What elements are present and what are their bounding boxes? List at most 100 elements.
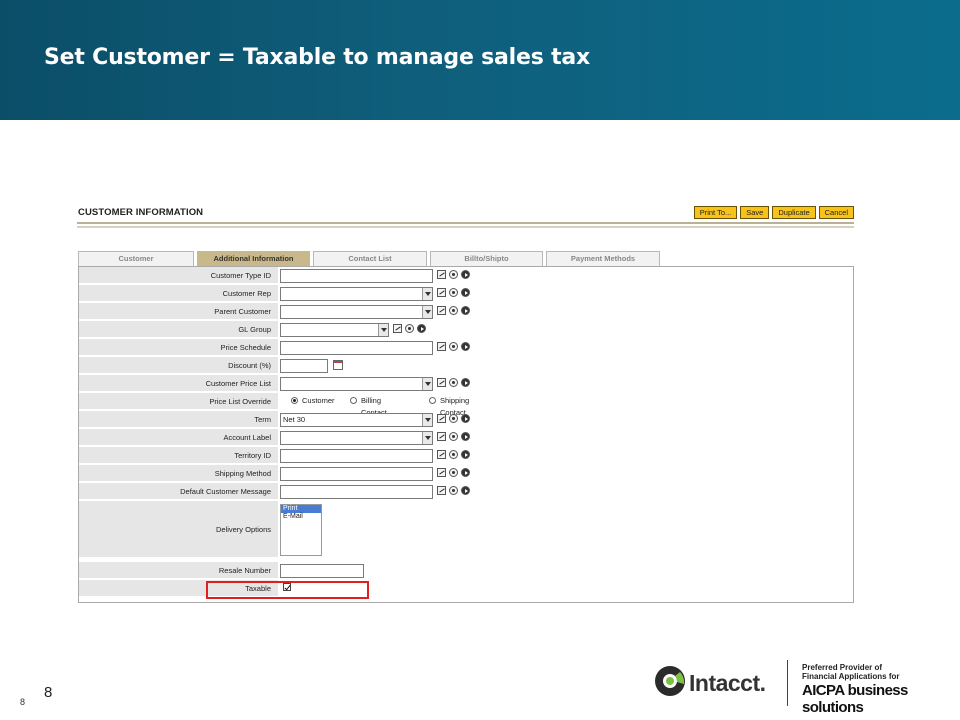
edit-icon[interactable] <box>437 342 446 351</box>
row-icons <box>437 468 470 477</box>
tab-contact-list[interactable]: Contact List <box>313 251 427 266</box>
chevron-down-icon[interactable] <box>378 324 388 336</box>
parent-customer-select[interactable] <box>280 305 433 319</box>
go-icon[interactable] <box>461 432 470 441</box>
chevron-down-icon[interactable] <box>422 378 432 390</box>
provider-line1: Preferred Provider of <box>802 663 883 672</box>
field-label: Price List Override <box>79 393 278 410</box>
go-icon[interactable] <box>461 306 470 315</box>
page-number: 8 <box>44 684 53 701</box>
calculator-icon[interactable] <box>333 360 343 370</box>
discount-input[interactable] <box>280 359 328 373</box>
view-icon[interactable] <box>449 468 458 477</box>
resale-number-input[interactable] <box>280 564 364 578</box>
row-icons <box>437 432 470 441</box>
gl-group-select[interactable] <box>280 323 389 337</box>
customer-rep-select[interactable] <box>280 287 433 301</box>
duplicate-button[interactable]: Duplicate <box>772 206 816 219</box>
view-icon[interactable] <box>405 324 414 333</box>
field-label: Account Label <box>79 429 278 446</box>
radio-billing-contact[interactable] <box>350 397 357 404</box>
edit-icon[interactable] <box>393 324 402 333</box>
edit-icon[interactable] <box>437 486 446 495</box>
go-icon[interactable] <box>461 342 470 351</box>
customer-price-list-select[interactable] <box>280 377 433 391</box>
cancel-button[interactable]: Cancel <box>818 206 854 219</box>
price-schedule-input[interactable] <box>280 341 433 355</box>
field-label: Delivery Options <box>79 501 278 558</box>
account-label-select[interactable] <box>280 431 433 445</box>
edit-icon[interactable] <box>437 378 446 387</box>
customer-type-id-input[interactable] <box>280 269 433 283</box>
aicpa-brand: AICPA business solutions <box>802 682 908 716</box>
view-icon[interactable] <box>449 270 458 279</box>
chevron-down-icon[interactable] <box>422 432 432 444</box>
go-icon[interactable] <box>461 288 470 297</box>
term-select[interactable]: Net 30 <box>280 413 433 427</box>
row-icons <box>437 450 470 459</box>
tab-additional-information[interactable]: Additional Information <box>197 251 310 266</box>
intacct-brand: Intacct. <box>689 670 766 696</box>
divider <box>77 222 854 224</box>
radio-shipping-contact[interactable] <box>429 397 436 404</box>
field-label: Customer Price List <box>79 375 278 392</box>
view-icon[interactable] <box>449 306 458 315</box>
divider <box>77 226 854 228</box>
print-to-button[interactable]: Print To... <box>693 206 738 219</box>
edit-icon[interactable] <box>437 432 446 441</box>
row-icons <box>437 288 470 297</box>
view-icon[interactable] <box>449 486 458 495</box>
field-label: Term <box>79 411 278 428</box>
shipping-method-input[interactable] <box>280 467 433 481</box>
view-icon[interactable] <box>449 432 458 441</box>
chevron-down-icon[interactable] <box>422 288 432 300</box>
view-icon[interactable] <box>449 414 458 423</box>
row-icons <box>437 378 470 387</box>
view-icon[interactable] <box>449 378 458 387</box>
view-icon[interactable] <box>449 342 458 351</box>
provider-line2: Financial Applications for <box>802 672 900 681</box>
field-label: Resale Number <box>79 562 278 579</box>
tab-payment-methods[interactable]: Payment Methods <box>546 251 660 266</box>
edit-icon[interactable] <box>437 468 446 477</box>
field-label: Shipping Method <box>79 465 278 482</box>
row-icons <box>393 324 426 333</box>
go-icon[interactable] <box>461 450 470 459</box>
view-icon[interactable] <box>449 450 458 459</box>
go-icon[interactable] <box>461 270 470 279</box>
delivery-options-listbox[interactable]: Print E-Mail <box>280 504 322 556</box>
field-label: Customer Rep <box>79 285 278 302</box>
row-icons <box>437 270 470 279</box>
edit-icon[interactable] <box>437 270 446 279</box>
go-icon[interactable] <box>417 324 426 333</box>
edit-icon[interactable] <box>437 414 446 423</box>
divider <box>787 660 788 706</box>
edit-icon[interactable] <box>437 288 446 297</box>
radio-customer[interactable] <box>291 397 298 404</box>
go-icon[interactable] <box>461 414 470 423</box>
default-customer-message-input[interactable] <box>280 485 433 499</box>
chevron-down-icon[interactable] <box>422 414 432 426</box>
field-label: Parent Customer <box>79 303 278 320</box>
page-number-small: 8 <box>20 697 26 707</box>
list-option-print[interactable]: Print <box>281 505 321 513</box>
go-icon[interactable] <box>461 468 470 477</box>
field-label: Discount (%) <box>79 357 278 374</box>
go-icon[interactable] <box>461 486 470 495</box>
tab-billto-shipto[interactable]: Billto/Shipto <box>430 251 543 266</box>
radio-label: Customer <box>302 396 335 405</box>
view-icon[interactable] <box>449 288 458 297</box>
action-buttons: Print To... Save Duplicate Cancel <box>693 206 854 219</box>
edit-icon[interactable] <box>437 306 446 315</box>
go-icon[interactable] <box>461 378 470 387</box>
screenshot: CUSTOMER INFORMATION Print To... Save Du… <box>76 203 856 603</box>
intacct-logo-icon <box>655 666 685 696</box>
field-label: Default Customer Message <box>79 483 278 500</box>
save-button[interactable]: Save <box>740 206 770 219</box>
field-label: Territory ID <box>79 447 278 464</box>
edit-icon[interactable] <box>437 450 446 459</box>
tab-customer[interactable]: Customer <box>78 251 194 266</box>
list-option-email[interactable]: E-Mail <box>281 513 321 521</box>
territory-id-input[interactable] <box>280 449 433 463</box>
chevron-down-icon[interactable] <box>422 306 432 318</box>
